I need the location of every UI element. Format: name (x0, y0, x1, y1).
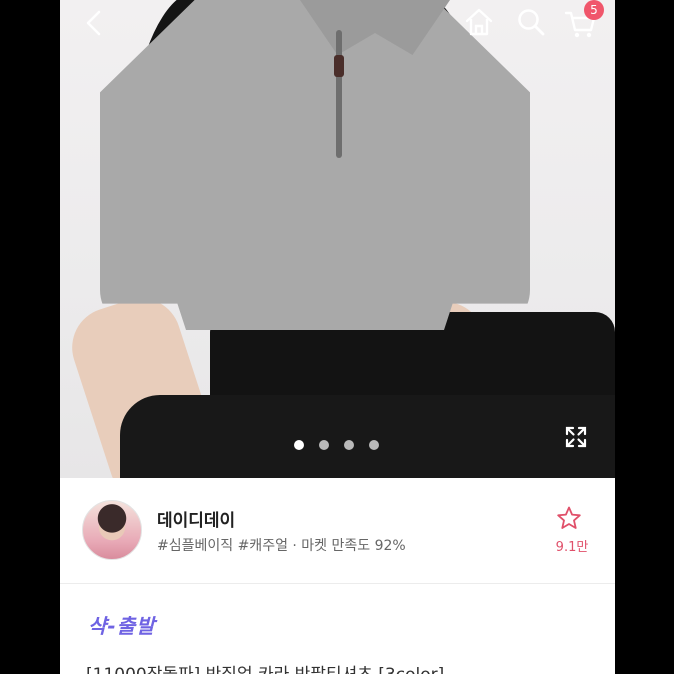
app-screen: 5 데이디데이 #심플베이직 #캐주얼 · 마켓 만족도 92% 9.1만 샥-… (60, 0, 615, 674)
seller-name[interactable]: 데이디데이 (157, 506, 235, 531)
star-icon[interactable] (556, 505, 582, 531)
seller-avatar[interactable] (82, 500, 142, 560)
gallery-dot[interactable] (344, 440, 354, 450)
back-icon[interactable] (82, 10, 108, 36)
photo-detail (334, 55, 344, 77)
photo-detail (100, 0, 530, 330)
product-title: [11000장돌파] 반집업 카라 반팔티셔츠 [3color] (86, 660, 444, 674)
photo-detail (336, 30, 342, 158)
gallery-pagination (294, 440, 379, 452)
favorite-count: 9.1만 (555, 540, 589, 555)
seller-tags: #심플베이직 #캐주얼 · 마켓 만족도 92% (157, 538, 406, 554)
home-icon[interactable] (463, 6, 495, 38)
delivery-badge: 샥-출발 (88, 614, 156, 638)
product-photo[interactable] (60, 0, 615, 478)
seller-info[interactable]: 데이디데이 #심플베이직 #캐주얼 · 마켓 만족도 92% 9.1만 (60, 478, 615, 584)
expand-icon[interactable] (564, 425, 588, 449)
photo-detail (120, 395, 615, 478)
cart-count-badge: 5 (584, 0, 604, 20)
gallery-dot[interactable] (369, 440, 379, 450)
gallery-dot[interactable] (319, 440, 329, 450)
search-icon[interactable] (516, 7, 546, 37)
gallery-dot[interactable] (294, 440, 304, 450)
